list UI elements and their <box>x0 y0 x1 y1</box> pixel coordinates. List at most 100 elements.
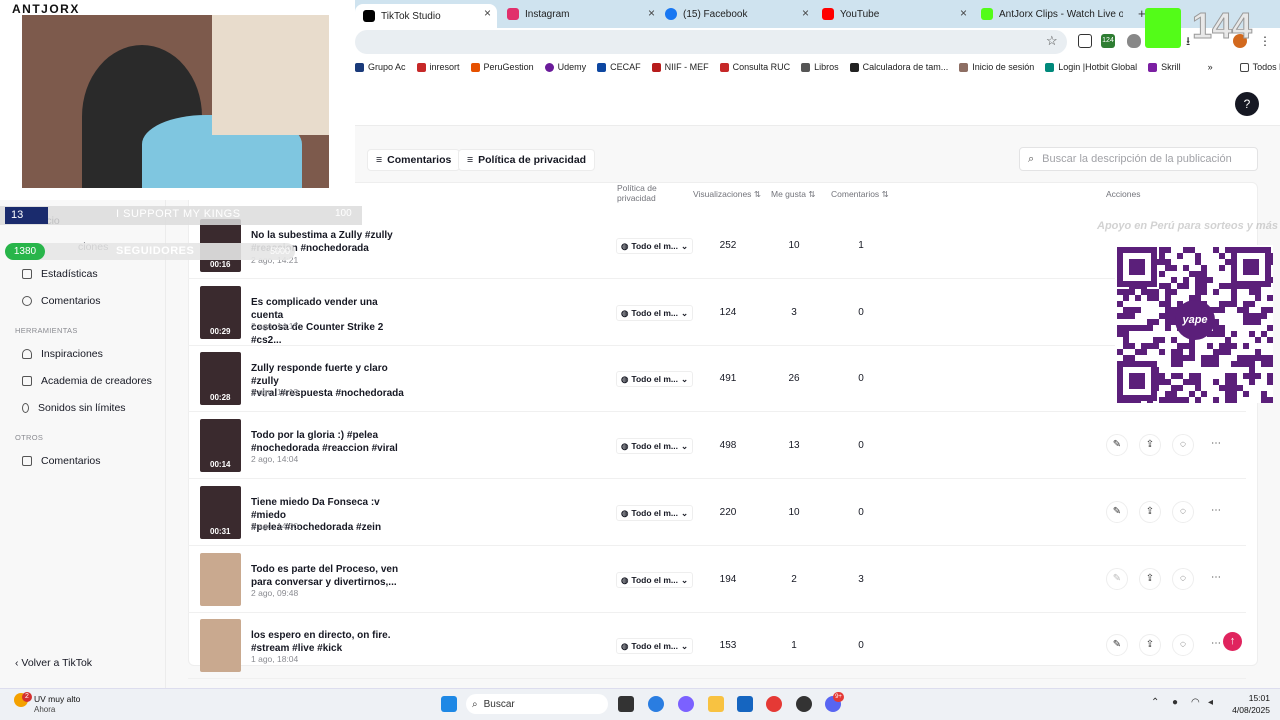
column-header-likes[interactable]: Me gusta ⇅ <box>771 189 815 200</box>
comment-icon[interactable]: ◌ <box>1172 434 1194 456</box>
bookmark-star-icon[interactable]: ☆ <box>1046 33 1058 49</box>
video-thumbnail[interactable]: 00:28 <box>200 352 241 405</box>
video-title[interactable]: los espero en directo, on fire. #stream #… <box>251 630 411 655</box>
clock-time[interactable]: 15:01 <box>1228 693 1270 703</box>
column-header-privacy[interactable]: Política de privacidad <box>617 183 657 203</box>
video-title[interactable]: Todo por la gloria :) #pelea #nochedorada… <box>251 430 411 455</box>
bookmark-item[interactable]: Login |Hotbit Global <box>1045 62 1137 72</box>
bookmark-item[interactable]: NIIF - MEF <box>651 62 709 72</box>
tab-youtube[interactable]: YouTube × <box>822 4 967 24</box>
sidebar-item-estadisticas[interactable]: Estadísticas <box>22 268 98 280</box>
sidebar-item-comentarios[interactable]: Comentarios <box>22 295 101 307</box>
obs-icon[interactable] <box>796 696 812 712</box>
start-button[interactable] <box>441 696 457 712</box>
volume-icon[interactable]: ◂ <box>1208 697 1213 708</box>
extension-icon[interactable] <box>1078 34 1092 48</box>
comment-icon[interactable]: ◌ <box>1172 634 1194 656</box>
edit-icon[interactable]: ✎ <box>1106 634 1128 656</box>
share-icon[interactable]: ⇪ <box>1139 634 1161 656</box>
shield-icon[interactable] <box>1127 34 1141 48</box>
chevron-up-icon[interactable]: ⌃ <box>1151 697 1159 708</box>
sidebar-item-comentarios-otros[interactable]: Comentarios <box>22 455 101 467</box>
privacy-dropdown[interactable]: ◍ Todo el m... ⌄ <box>616 438 694 454</box>
filter-comments-button[interactable]: ≡ Comentarios <box>367 149 461 171</box>
bookmarks-more-button[interactable]: » <box>1208 62 1213 72</box>
sidebar-item-academia[interactable]: Academia de creadores <box>22 375 152 387</box>
address-bar[interactable] <box>355 30 1067 54</box>
likes-count: 1 <box>791 640 797 651</box>
scroll-to-top-button[interactable]: ↑ <box>1223 632 1242 651</box>
table-row[interactable]: 00:14 Todo por la gloria :) #pelea #noched… <box>188 413 1246 479</box>
column-header-views[interactable]: Visualizaciones ⇅ <box>693 189 761 200</box>
privacy-dropdown[interactable]: ◍ Todo el m... ⌄ <box>616 238 694 254</box>
close-tab-icon[interactable]: × <box>484 6 491 20</box>
sidebar-item-inspiraciones[interactable]: Inspiraciones <box>22 348 103 360</box>
table-row[interactable]: 00:28 Zully responde fuerte y claro #zull… <box>188 346 1246 412</box>
privacy-dropdown[interactable]: ◍ Todo el m... ⌄ <box>616 638 694 654</box>
task-view-icon[interactable] <box>618 696 634 712</box>
more-icon[interactable]: ⋯ <box>1205 501 1227 523</box>
sidebar-item-sonidos[interactable]: Sonidos sin límites <box>22 402 126 414</box>
share-icon[interactable]: ⇪ <box>1139 434 1161 456</box>
privacy-dropdown[interactable]: ◍ Todo el m... ⌄ <box>616 572 694 588</box>
video-thumbnail[interactable]: 00:29 <box>200 286 241 339</box>
bookmark-item[interactable]: Calculadora de tam... <box>849 62 948 72</box>
table-row[interactable]: 00:31 Tiene miedo Da Fonseca :v #miedo #pe… <box>188 480 1246 546</box>
bookmark-item[interactable]: inresort <box>416 62 460 72</box>
video-thumbnail[interactable] <box>200 553 241 606</box>
table-row[interactable]: los espero en directo, on fire. #stream #… <box>188 613 1246 679</box>
table-row[interactable]: 00:29 Es complicado vender una cuenta cost… <box>188 280 1246 346</box>
goal-target: 100 <box>335 208 352 219</box>
comments-count: 0 <box>858 440 864 451</box>
wifi-icon[interactable]: ◠ <box>1191 697 1200 708</box>
more-icon[interactable]: ⋯ <box>1205 434 1227 456</box>
tab-facebook[interactable]: (15) Facebook × <box>665 4 809 24</box>
tab-kick[interactable]: AntJorx Clips - Watch Live on K <box>981 4 1123 24</box>
comment-icon[interactable]: ◌ <box>1172 568 1194 590</box>
bookmark-item[interactable]: Grupo Ac <box>355 62 406 72</box>
video-title[interactable]: Todo es parte del Proceso, ven para conve… <box>251 564 411 589</box>
edit-icon[interactable]: ✎ <box>1106 501 1128 523</box>
tab-tiktok-studio[interactable]: TikTok Studio × <box>355 4 497 28</box>
close-tab-icon[interactable]: × <box>802 6 809 20</box>
tab-instagram[interactable]: Instagram × <box>507 4 655 24</box>
privacy-dropdown[interactable]: ◍ Todo el m... ⌄ <box>616 371 694 387</box>
privacy-dropdown[interactable]: ◍ Todo el m... ⌄ <box>616 505 694 521</box>
file-explorer-icon[interactable] <box>708 696 724 712</box>
chrome-icon[interactable] <box>766 696 782 712</box>
bookmark-item[interactable]: Libros <box>801 62 839 72</box>
video-thumbnail[interactable]: 00:14 <box>200 419 241 472</box>
copilot-icon[interactable] <box>678 696 694 712</box>
back-to-tiktok-link[interactable]: ‹ Volver a TikTok <box>15 657 92 669</box>
column-header-comments[interactable]: Comentarios ⇅ <box>831 189 889 200</box>
all-favorites-folder[interactable]: Todos los favoritos <box>1239 62 1280 72</box>
more-icon[interactable]: ⋯ <box>1205 568 1227 590</box>
table-row[interactable]: Todo es parte del Proceso, ven para conve… <box>188 547 1246 613</box>
profile-avatar[interactable]: ? <box>1235 92 1259 116</box>
share-icon[interactable]: ⇪ <box>1139 501 1161 523</box>
close-tab-icon[interactable]: × <box>960 6 967 20</box>
extension-badge-icon[interactable]: 124 <box>1101 34 1115 48</box>
filter-privacy-button[interactable]: ≡ Política de privacidad <box>458 149 596 171</box>
video-thumbnail[interactable] <box>200 619 241 672</box>
search-input[interactable]: ⌕ Buscar la descripción de la publicación <box>1019 147 1258 171</box>
edge-icon[interactable] <box>648 696 664 712</box>
comment-icon[interactable]: ◌ <box>1172 501 1194 523</box>
store-icon[interactable] <box>737 696 753 712</box>
clock-date[interactable]: 4/08/2025 <box>1222 705 1270 715</box>
bookmark-item[interactable]: Inicio de sesión <box>959 62 1034 72</box>
bookmark-item[interactable]: Skrill <box>1148 62 1181 72</box>
bookmark-item[interactable]: PeruGestion <box>470 62 534 72</box>
taskbar-search[interactable]: ⌕ Buscar <box>466 694 608 714</box>
edit-icon[interactable]: ✎ <box>1106 568 1128 590</box>
mic-icon[interactable]: ● <box>1172 697 1178 708</box>
edit-icon[interactable]: ✎ <box>1106 434 1128 456</box>
close-tab-icon[interactable]: × <box>648 6 655 20</box>
bookmark-item[interactable]: CECAF <box>597 62 641 72</box>
video-thumbnail[interactable]: 00:31 <box>200 486 241 539</box>
menu-icon[interactable]: ⋮ <box>1259 34 1273 48</box>
bookmark-item[interactable]: Consulta RUC <box>719 62 790 72</box>
bookmark-item[interactable]: Udemy <box>544 62 586 72</box>
privacy-dropdown[interactable]: ◍ Todo el m... ⌄ <box>616 305 694 321</box>
share-icon[interactable]: ⇪ <box>1139 568 1161 590</box>
